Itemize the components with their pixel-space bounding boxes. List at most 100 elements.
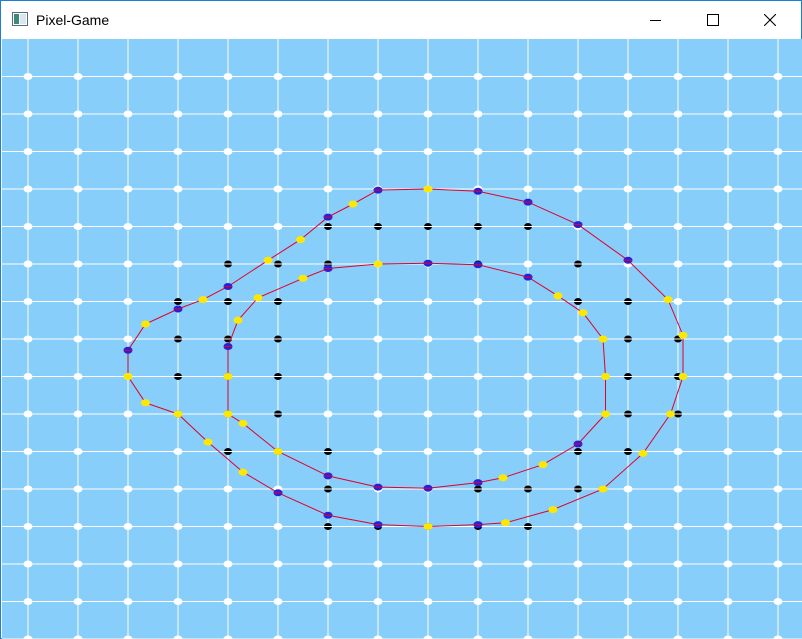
maximize-button[interactable] [690, 1, 736, 38]
window-title: Pixel-Game [36, 12, 110, 28]
grid-point [523, 448, 533, 455]
grid-point [373, 560, 383, 568]
grid-point [773, 110, 783, 118]
grid-point [723, 485, 733, 493]
contour-vertex-yellow [253, 294, 263, 302]
contour-vertex-yellow [141, 399, 150, 407]
grid-point [673, 523, 683, 530]
grid-point [223, 185, 233, 193]
contour-vertex-yellow [678, 373, 688, 380]
grid-point [273, 560, 283, 568]
grid-point [123, 560, 133, 568]
grid-point [23, 335, 33, 343]
grid-point [373, 148, 383, 155]
grid-point [23, 223, 33, 230]
grid-point [73, 110, 83, 118]
grid-point [73, 185, 83, 193]
grid-point [323, 298, 333, 305]
grid-point [573, 185, 583, 193]
grid-point [173, 148, 183, 155]
grid-point [673, 73, 683, 80]
grid-point [623, 485, 633, 493]
grid-point [773, 560, 783, 568]
title-bar[interactable]: Pixel-Game [1, 1, 801, 38]
grid-point [523, 110, 533, 118]
grid-point [773, 523, 783, 530]
grid-point [673, 223, 683, 230]
grid-point [723, 73, 733, 80]
grid-point [73, 298, 83, 305]
grid-point [423, 148, 433, 155]
grid-point [23, 185, 33, 193]
grid-point [473, 373, 483, 380]
grid-point [173, 73, 183, 80]
grid-point [723, 373, 733, 380]
grid-point [23, 110, 33, 118]
grid-point [773, 260, 783, 268]
grid-point [423, 598, 433, 605]
grid-point [273, 110, 283, 118]
grid-point [173, 523, 183, 530]
grid-point [773, 298, 783, 305]
grid-point [723, 560, 733, 568]
grid-point [623, 185, 633, 193]
grid-point [773, 73, 783, 80]
grid-point [223, 485, 233, 493]
grid-point [473, 560, 483, 568]
grid-point [373, 598, 383, 605]
grid-point [573, 373, 583, 380]
game-area[interactable] [2, 39, 802, 639]
grid-point [723, 223, 733, 230]
grid-point [373, 410, 383, 418]
contour-vertex-yellow [423, 185, 433, 193]
grid-point [373, 448, 383, 455]
contour-vertex-yellow [198, 296, 208, 304]
grid-point [623, 73, 633, 80]
grid-point [473, 448, 483, 455]
grid-point [73, 260, 83, 268]
grid-point [123, 260, 133, 268]
grid-point [23, 560, 33, 568]
grid-point [273, 185, 283, 193]
grid-point [173, 260, 183, 268]
contour-vertex-yellow [678, 331, 688, 339]
contour-vertex-yellow [238, 468, 248, 476]
grid-point [123, 148, 133, 155]
contour-vertex-yellow [223, 373, 233, 380]
grid-point [673, 298, 683, 305]
grid-point [23, 410, 33, 418]
grid-point [173, 185, 183, 193]
grid-point [523, 298, 533, 305]
game-canvas[interactable] [2, 39, 802, 639]
grid-point [773, 485, 783, 493]
contour-vertex-yellow [578, 309, 588, 317]
grid-point [173, 110, 183, 118]
grid-point [323, 335, 333, 343]
grid-point [473, 110, 483, 118]
grid-point [123, 110, 133, 118]
grid-point [773, 410, 783, 418]
close-button[interactable] [747, 1, 793, 38]
grid-point [323, 373, 333, 380]
grid-point [323, 560, 333, 568]
grid-point [573, 110, 583, 118]
grid-point [373, 298, 383, 305]
grid-point [673, 598, 683, 605]
contour-vertex-yellow [223, 410, 233, 418]
grid-point [473, 335, 483, 343]
contour-vertex-yellow [238, 419, 248, 427]
grid-point [323, 410, 333, 418]
contour-vertex-yellow [296, 236, 305, 244]
grid-point [723, 110, 733, 118]
minimize-button[interactable] [633, 1, 679, 38]
maximize-icon [707, 13, 719, 26]
contour-vertex-yellow [123, 373, 133, 380]
grid-point [673, 148, 683, 155]
grid-point [723, 260, 733, 268]
grid-point [423, 373, 433, 380]
contour-vertex-yellow [233, 316, 243, 324]
grid-point [523, 148, 533, 155]
contour-vertex-yellow [273, 448, 283, 455]
grid-point [23, 448, 33, 455]
minimize-icon [650, 19, 661, 21]
